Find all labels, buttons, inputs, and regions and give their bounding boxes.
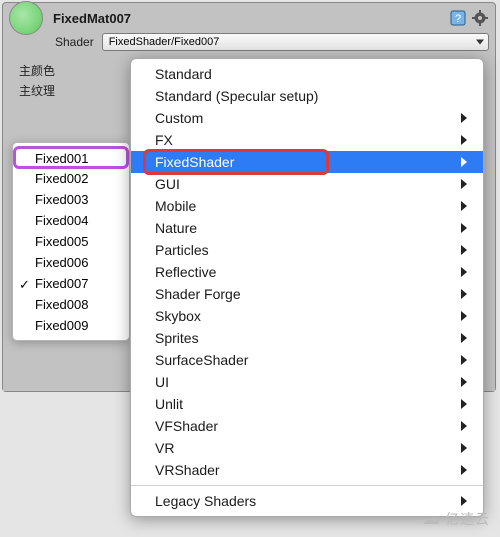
menu-item-label: Mobile — [155, 195, 196, 217]
chevron-right-icon — [461, 113, 467, 123]
svg-text:?: ? — [455, 13, 461, 25]
menu-item[interactable]: GUI — [131, 173, 483, 195]
submenu-item-label: Fixed007 — [35, 276, 88, 291]
menu-item-label: FixedShader — [155, 151, 234, 173]
chevron-right-icon — [461, 201, 467, 211]
menu-item[interactable]: VR — [131, 437, 483, 459]
menu-item-label: Shader Forge — [155, 283, 241, 305]
submenu-item[interactable]: Fixed009 — [13, 315, 129, 336]
chevron-right-icon — [461, 333, 467, 343]
menu-item[interactable]: UI — [131, 371, 483, 393]
submenu-item[interactable]: Fixed005 — [13, 231, 129, 252]
submenu-item[interactable]: Fixed006 — [13, 252, 129, 273]
menu-item-label: VRShader — [155, 459, 220, 481]
material-preview-icon[interactable] — [9, 1, 43, 35]
menu-item-label: SurfaceShader — [155, 349, 248, 371]
menu-item[interactable]: Unlit — [131, 393, 483, 415]
menu-item[interactable]: VRShader — [131, 459, 483, 481]
shader-row: Shader FixedShader/Fixed007 — [3, 31, 495, 57]
watermark-text: 亿速云 — [445, 509, 490, 529]
material-header: FixedMat007 ? — [3, 3, 495, 31]
chevron-right-icon — [461, 245, 467, 255]
submenu-item-label: Fixed005 — [35, 234, 88, 249]
cloud-icon: ☁ — [422, 508, 441, 529]
menu-item-label: FX — [155, 129, 173, 151]
menu-item-label: Skybox — [155, 305, 201, 327]
chevron-right-icon — [461, 179, 467, 189]
menu-item-label: Unlit — [155, 393, 183, 415]
submenu-item[interactable]: Fixed002 — [13, 168, 129, 189]
material-name: FixedMat007 — [53, 11, 449, 26]
menu-item[interactable]: Nature — [131, 217, 483, 239]
shader-dropdown[interactable]: FixedShader/Fixed007 — [102, 33, 489, 51]
chevron-right-icon — [461, 311, 467, 321]
menu-item[interactable]: FX — [131, 129, 483, 151]
menu-item[interactable]: Custom — [131, 107, 483, 129]
menu-item-label: VFShader — [155, 415, 218, 437]
menu-item-label: GUI — [155, 173, 180, 195]
chevron-right-icon — [461, 135, 467, 145]
submenu-item-label: Fixed001 — [35, 151, 88, 166]
menu-separator — [131, 485, 483, 486]
chevron-right-icon — [461, 496, 467, 506]
menu-item[interactable]: Skybox — [131, 305, 483, 327]
chevron-right-icon — [461, 355, 467, 365]
submenu-item[interactable]: Fixed003 — [13, 189, 129, 210]
menu-item-label: Nature — [155, 217, 197, 239]
chevron-right-icon — [461, 223, 467, 233]
menu-item-label: UI — [155, 371, 169, 393]
shader-submenu: Fixed001 Fixed002 Fixed003 Fixed004 Fixed005… — [12, 142, 130, 341]
menu-item[interactable]: Standard (Specular setup) — [131, 85, 483, 107]
chevron-right-icon — [461, 421, 467, 431]
chevron-right-icon — [461, 289, 467, 299]
gear-icon[interactable] — [471, 9, 489, 27]
menu-item-label: Standard (Specular setup) — [155, 85, 318, 107]
submenu-item[interactable]: Fixed004 — [13, 210, 129, 231]
submenu-item-label: Fixed004 — [35, 213, 88, 228]
menu-item-label: Standard — [155, 63, 212, 85]
menu-item[interactable]: Particles — [131, 239, 483, 261]
shader-label: Shader — [55, 35, 94, 49]
watermark: ☁ 亿速云 — [422, 508, 490, 529]
chevron-right-icon — [461, 443, 467, 453]
help-icon[interactable]: ? — [449, 9, 467, 27]
submenu-item[interactable]: ✓ Fixed007 — [13, 273, 129, 294]
submenu-item-label: Fixed002 — [35, 171, 88, 186]
check-icon: ✓ — [19, 274, 30, 295]
submenu-item-label: Fixed008 — [35, 297, 88, 312]
chevron-right-icon — [461, 465, 467, 475]
shader-category-menu: StandardStandard (Specular setup)CustomF… — [130, 58, 484, 517]
shader-value: FixedShader/Fixed007 — [109, 36, 220, 48]
menu-item[interactable]: Reflective — [131, 261, 483, 283]
menu-item-label: Custom — [155, 107, 203, 129]
menu-item-label: VR — [155, 437, 174, 459]
chevron-right-icon — [461, 157, 467, 167]
menu-item[interactable]: Mobile — [131, 195, 483, 217]
chevron-right-icon — [461, 377, 467, 387]
menu-item[interactable]: Sprites — [131, 327, 483, 349]
chevron-right-icon — [461, 267, 467, 277]
menu-item-label: Legacy Shaders — [155, 490, 256, 512]
material-title-area: FixedMat007 — [53, 11, 449, 26]
menu-item-label: Particles — [155, 239, 209, 261]
menu-item[interactable]: VFShader — [131, 415, 483, 437]
menu-item-label: Sprites — [155, 327, 199, 349]
menu-item[interactable]: FixedShader — [131, 151, 483, 173]
menu-item[interactable]: Shader Forge — [131, 283, 483, 305]
menu-item-label: Reflective — [155, 261, 216, 283]
submenu-item-label: Fixed003 — [35, 192, 88, 207]
chevron-down-icon — [476, 40, 484, 45]
submenu-item[interactable]: Fixed008 — [13, 294, 129, 315]
submenu-item-label: Fixed006 — [35, 255, 88, 270]
menu-item[interactable]: SurfaceShader — [131, 349, 483, 371]
chevron-right-icon — [461, 399, 467, 409]
submenu-item-label: Fixed009 — [35, 318, 88, 333]
submenu-item[interactable]: Fixed001 — [13, 146, 129, 169]
header-actions: ? — [449, 9, 489, 27]
menu-item[interactable]: Standard — [131, 63, 483, 85]
